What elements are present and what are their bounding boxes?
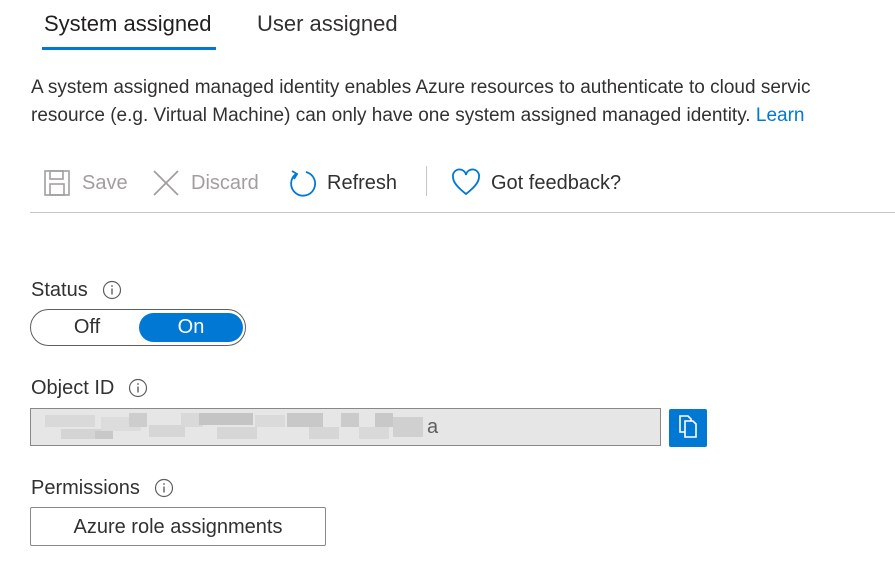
heart-icon <box>451 168 481 198</box>
redacted-block <box>217 427 257 439</box>
redacted-block <box>287 413 323 427</box>
redacted-block <box>255 415 285 427</box>
redacted-block <box>129 413 147 427</box>
description-line-1: A system assigned managed identity enabl… <box>31 77 811 98</box>
save-label: Save <box>82 172 128 194</box>
tab-system-assigned[interactable]: System assigned <box>44 10 212 38</box>
description-line-2: resource (e.g. Virtual Machine) can only… <box>31 102 895 130</box>
redacted-block <box>341 413 359 427</box>
active-tab-indicator <box>42 47 216 50</box>
refresh-icon <box>287 168 317 198</box>
object-id-field[interactable]: a <box>30 408 661 446</box>
tab-bar: System assigned User assigned <box>0 0 895 52</box>
object-id-label: Object ID <box>31 375 148 401</box>
permissions-label: Permissions <box>31 475 174 501</box>
description-line-2-text: resource (e.g. Virtual Machine) can only… <box>31 105 751 126</box>
redacted-block <box>393 417 423 437</box>
copy-icon <box>675 413 701 444</box>
command-bar: Save Discard Refresh Got feedback? <box>30 160 895 213</box>
refresh-button[interactable]: Refresh <box>287 166 397 200</box>
feedback-button[interactable]: Got feedback? <box>451 166 621 200</box>
toolbar-separator <box>426 166 427 196</box>
redacted-block <box>309 427 339 439</box>
redacted-block <box>95 431 113 439</box>
tab-user-assigned[interactable]: User assigned <box>257 10 398 38</box>
info-icon[interactable] <box>102 280 122 300</box>
discard-label: Discard <box>191 172 259 194</box>
description-text: A system assigned managed identity enabl… <box>31 74 895 130</box>
refresh-label: Refresh <box>327 172 398 194</box>
redacted-block <box>45 415 95 427</box>
permissions-label-text: Permissions <box>31 477 140 499</box>
redacted-block <box>359 427 389 439</box>
learn-more-link[interactable]: Learn <box>756 105 805 126</box>
redacted-block <box>375 413 393 427</box>
object-id-label-text: Object ID <box>31 377 115 399</box>
save-icon <box>42 168 72 198</box>
status-on-option[interactable]: On <box>139 313 243 342</box>
feedback-label: Got feedback? <box>491 172 622 194</box>
object-id-value: a <box>427 416 439 438</box>
redacted-block <box>199 413 253 425</box>
azure-role-assignments-button[interactable]: Azure role assignments <box>30 507 326 546</box>
close-icon <box>151 168 181 198</box>
redacted-block <box>149 425 185 437</box>
discard-button[interactable]: Discard <box>151 166 259 200</box>
status-off-option[interactable]: Off <box>35 313 139 342</box>
status-label-text: Status <box>31 279 88 301</box>
status-label: Status <box>31 277 122 303</box>
status-toggle[interactable]: Off On <box>30 309 246 346</box>
copy-button[interactable] <box>669 409 707 447</box>
info-icon[interactable] <box>154 478 174 498</box>
info-icon[interactable] <box>128 378 148 398</box>
save-button[interactable]: Save <box>42 166 128 200</box>
